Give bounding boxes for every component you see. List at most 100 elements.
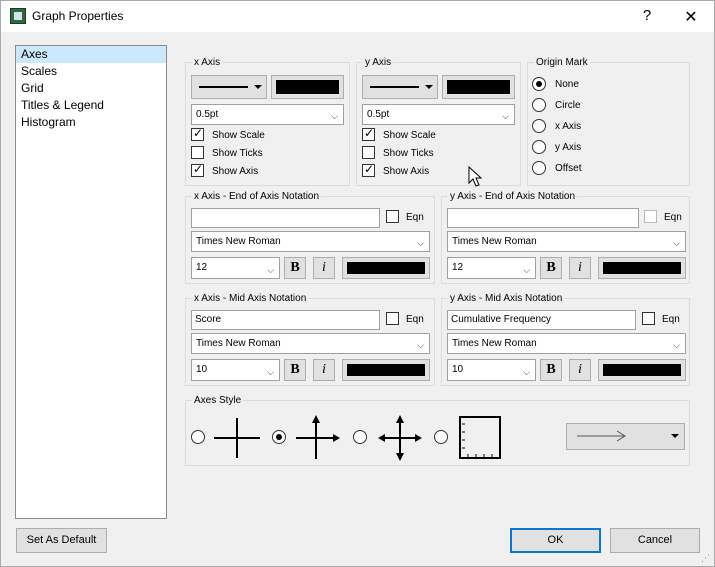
y-mid-size-value: 10 — [452, 364, 464, 375]
y-end-italic-button[interactable]: i — [569, 257, 591, 279]
x-mid-italic-button[interactable]: i — [313, 359, 335, 381]
chevron-down-icon: ⌵ — [417, 238, 424, 248]
y-end-font-select[interactable]: Times New Roman ⌵ — [447, 231, 686, 252]
y-end-color-button[interactable] — [598, 257, 686, 279]
x-end-eqn-checkbox[interactable] — [386, 210, 399, 223]
x-end-font-value: Times New Roman — [196, 236, 281, 247]
x-mid-eqn-label: Eqn — [406, 314, 424, 325]
chevron-down-icon: ⌵ — [417, 340, 424, 350]
window-title: Graph Properties — [32, 9, 124, 23]
origin-mark-group-title: Origin Mark — [534, 57, 590, 68]
y-mid-notation-title: y Axis - Mid Axis Notation — [448, 293, 565, 304]
origin-y-axis-label: y Axis — [555, 142, 582, 153]
x-end-size-select[interactable]: 12 ⌵ — [191, 257, 280, 279]
color-swatch — [347, 364, 425, 376]
chevron-down-icon: ⌵ — [673, 238, 680, 248]
y-axis-line-weight-select[interactable]: 0.5pt ⌵ — [362, 104, 515, 125]
x-end-italic-button[interactable]: i — [313, 257, 335, 279]
app-icon — [10, 8, 26, 24]
y-axis-color-button[interactable] — [442, 75, 515, 99]
y-mid-font-select[interactable]: Times New Roman ⌵ — [447, 333, 686, 354]
color-swatch — [276, 80, 339, 94]
line-style-icon — [370, 85, 433, 89]
chevron-down-icon: ⌵ — [523, 265, 530, 275]
y-end-notation-title: y Axis - End of Axis Notation — [448, 191, 578, 202]
cancel-button[interactable]: Cancel — [610, 528, 700, 553]
chevron-down-icon: ⌵ — [267, 367, 274, 377]
category-scales[interactable]: Scales — [16, 63, 166, 80]
x-end-bold-button[interactable]: B — [284, 257, 306, 279]
origin-offset-radio[interactable] — [532, 161, 546, 175]
axes-style-arrow-radio[interactable] — [272, 430, 286, 444]
close-button[interactable]: ✕ — [681, 7, 701, 27]
resize-grip-icon[interactable]: ⋰ — [701, 553, 713, 565]
color-swatch — [603, 364, 681, 376]
x-end-font-select[interactable]: Times New Roman ⌵ — [191, 231, 430, 252]
y-show-axis-checkbox[interactable]: ✓ — [362, 162, 375, 177]
x-mid-eqn-checkbox[interactable] — [386, 312, 399, 325]
x-end-notation-input[interactable] — [191, 208, 380, 228]
x-end-color-button[interactable] — [342, 257, 430, 279]
category-titles-legend[interactable]: Titles & Legend — [16, 97, 166, 114]
y-axis-line-style-dropdown[interactable] — [362, 75, 438, 99]
y-mid-eqn-checkbox[interactable] — [642, 312, 655, 325]
x-show-axis-checkbox[interactable]: ✓ — [191, 162, 204, 177]
category-axes[interactable]: Axes — [16, 46, 166, 63]
x-mid-size-select[interactable]: 10 ⌵ — [191, 359, 280, 381]
x-mid-notation-group: x Axis - Mid Axis Notation Score Eqn Tim… — [185, 293, 435, 386]
x-axis-line-weight-select[interactable]: 0.5pt ⌵ — [191, 104, 344, 125]
origin-mark-group: Origin Mark None Circle x Axis y Axis Of… — [527, 57, 690, 186]
origin-circle-radio[interactable] — [532, 98, 546, 112]
x-end-size-value: 12 — [196, 262, 208, 273]
axes-style-cross-radio[interactable] — [191, 430, 205, 444]
arrow-style-icon — [577, 430, 679, 442]
color-swatch — [603, 262, 681, 274]
y-end-font-value: Times New Roman — [452, 236, 537, 247]
y-end-bold-button[interactable]: B — [540, 257, 562, 279]
y-mid-bold-button[interactable]: B — [540, 359, 562, 381]
y-show-scale-checkbox[interactable]: ✓ — [362, 126, 375, 141]
x-show-axis-label: Show Axis — [212, 166, 259, 177]
ok-button[interactable]: OK — [510, 528, 601, 553]
x-axis-color-button[interactable] — [271, 75, 344, 99]
axes-style-double-arrow-radio[interactable] — [353, 430, 367, 444]
x-show-scale-checkbox[interactable]: ✓ — [191, 126, 204, 141]
x-mid-font-select[interactable]: Times New Roman ⌵ — [191, 333, 430, 354]
y-show-ticks-label: Show Ticks — [383, 148, 434, 159]
category-histogram[interactable]: Histogram — [16, 114, 166, 131]
set-as-default-button[interactable]: Set As Default — [16, 528, 107, 553]
y-mid-notation-input[interactable]: Cumulative Frequency — [447, 310, 636, 330]
x-axis-line-weight-value: 0.5pt — [196, 109, 219, 120]
x-mid-color-button[interactable] — [342, 359, 430, 381]
y-mid-color-button[interactable] — [598, 359, 686, 381]
x-show-ticks-label: Show Ticks — [212, 148, 263, 159]
category-grid[interactable]: Grid — [16, 80, 166, 97]
x-mid-font-value: Times New Roman — [196, 338, 281, 349]
y-mid-eqn-label: Eqn — [662, 314, 680, 325]
x-show-ticks-checkbox[interactable] — [191, 146, 204, 159]
axes-style-box-radio[interactable] — [434, 430, 448, 444]
origin-y-axis-radio[interactable] — [532, 140, 546, 154]
y-end-size-select[interactable]: 12 ⌵ — [447, 257, 536, 279]
y-mid-italic-button[interactable]: i — [569, 359, 591, 381]
help-button[interactable]: ? — [637, 7, 657, 24]
arrow-style-dropdown[interactable] — [566, 423, 685, 450]
graph-properties-dialog: Graph Properties ? ✕ Axes Scales Grid Ti… — [0, 0, 715, 567]
x-axis-line-style-dropdown[interactable] — [191, 75, 267, 99]
origin-none-radio[interactable] — [532, 77, 546, 91]
y-end-eqn-checkbox[interactable] — [644, 210, 657, 223]
mouse-cursor-icon — [468, 166, 482, 187]
y-show-ticks-checkbox[interactable] — [362, 146, 375, 159]
y-end-notation-input[interactable] — [447, 208, 639, 228]
category-list[interactable]: Axes Scales Grid Titles & Legend Histogr… — [15, 45, 167, 519]
axes-arrow-icon — [296, 415, 340, 459]
chevron-down-icon: ⌵ — [331, 111, 338, 121]
x-end-notation-group: x Axis - End of Axis Notation Eqn Times … — [185, 191, 435, 284]
origin-circle-label: Circle — [555, 100, 581, 111]
y-mid-size-select[interactable]: 10 ⌵ — [447, 359, 536, 381]
origin-offset-label: Offset — [555, 163, 582, 174]
origin-x-axis-radio[interactable] — [532, 119, 546, 133]
x-mid-notation-input[interactable]: Score — [191, 310, 380, 330]
x-mid-bold-button[interactable]: B — [284, 359, 306, 381]
y-axis-group-title: y Axis — [363, 57, 394, 68]
